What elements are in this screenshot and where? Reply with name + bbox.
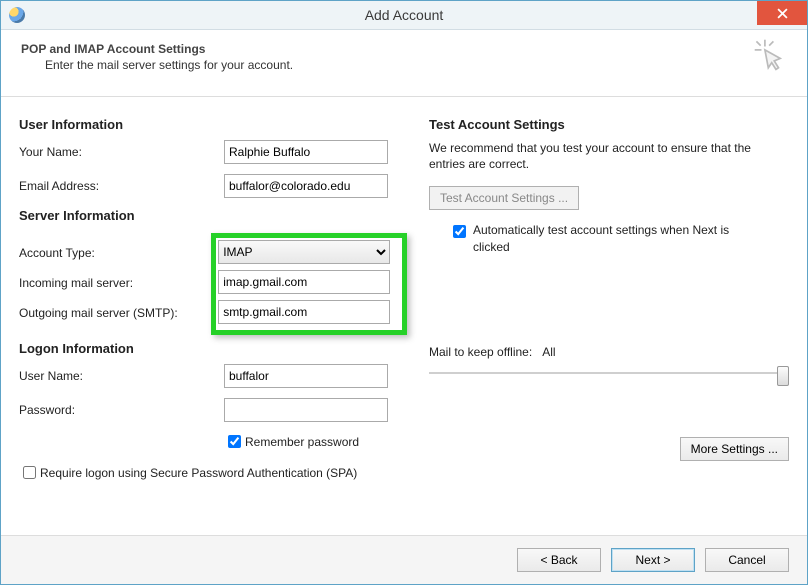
account-type-select[interactable]: IMAP [218, 240, 390, 264]
password-input[interactable] [224, 398, 388, 422]
section-logon-info: Logon Information [19, 341, 413, 356]
label-your-name: Your Name: [19, 145, 224, 159]
remember-password-checkbox[interactable] [228, 435, 241, 448]
left-column: User Information Your Name: Email Addres… [19, 111, 429, 484]
outgoing-server-input[interactable] [218, 300, 390, 324]
window-title: Add Account [1, 1, 807, 29]
header-title: POP and IMAP Account Settings [21, 42, 293, 56]
app-icon [9, 7, 25, 23]
more-settings-button[interactable]: More Settings ... [680, 437, 789, 461]
label-remember-password[interactable]: Remember password [245, 435, 359, 449]
header-subtitle: Enter the mail server settings for your … [45, 58, 293, 72]
close-button[interactable] [757, 1, 807, 25]
dialog-footer: < Back Next > Cancel [1, 535, 807, 584]
section-user-info: User Information [19, 117, 413, 132]
your-name-input[interactable] [224, 140, 388, 164]
label-password: Password: [19, 403, 224, 417]
section-server-info: Server Information [19, 208, 413, 223]
user-name-input[interactable] [224, 364, 388, 388]
label-outgoing: Outgoing mail server (SMTP): [19, 301, 217, 325]
spa-checkbox[interactable] [23, 466, 36, 479]
label-auto-test[interactable]: Automatically test account settings when… [473, 222, 753, 254]
incoming-server-input[interactable] [218, 270, 390, 294]
section-test-settings: Test Account Settings [429, 117, 789, 132]
slider-thumb[interactable] [777, 366, 789, 386]
add-account-dialog: Add Account POP and IMAP Account Setting… [0, 0, 808, 585]
server-highlight: IMAP [211, 233, 407, 335]
label-account-type: Account Type: [19, 241, 217, 265]
label-incoming: Incoming mail server: [19, 271, 217, 295]
cancel-button[interactable]: Cancel [705, 548, 789, 572]
auto-test-checkbox[interactable] [453, 225, 466, 238]
test-account-button[interactable]: Test Account Settings ... [429, 186, 579, 210]
mail-keep-slider[interactable] [429, 365, 789, 381]
wizard-header: POP and IMAP Account Settings Enter the … [1, 30, 807, 97]
email-input[interactable] [224, 174, 388, 198]
label-user-name: User Name: [19, 369, 224, 383]
titlebar: Add Account [1, 1, 807, 30]
test-recommend-text: We recommend that you test your account … [429, 140, 789, 172]
label-email: Email Address: [19, 179, 224, 193]
cursor-icon [753, 38, 787, 72]
right-column: Test Account Settings We recommend that … [429, 111, 789, 484]
mail-keep-value: All [542, 345, 555, 359]
label-spa[interactable]: Require logon using Secure Password Auth… [40, 466, 357, 480]
dialog-body: User Information Your Name: Email Addres… [1, 97, 807, 484]
mail-keep-label: Mail to keep offline: All [429, 345, 789, 359]
next-button[interactable]: Next > [611, 548, 695, 572]
back-button[interactable]: < Back [517, 548, 601, 572]
close-icon [777, 8, 788, 19]
